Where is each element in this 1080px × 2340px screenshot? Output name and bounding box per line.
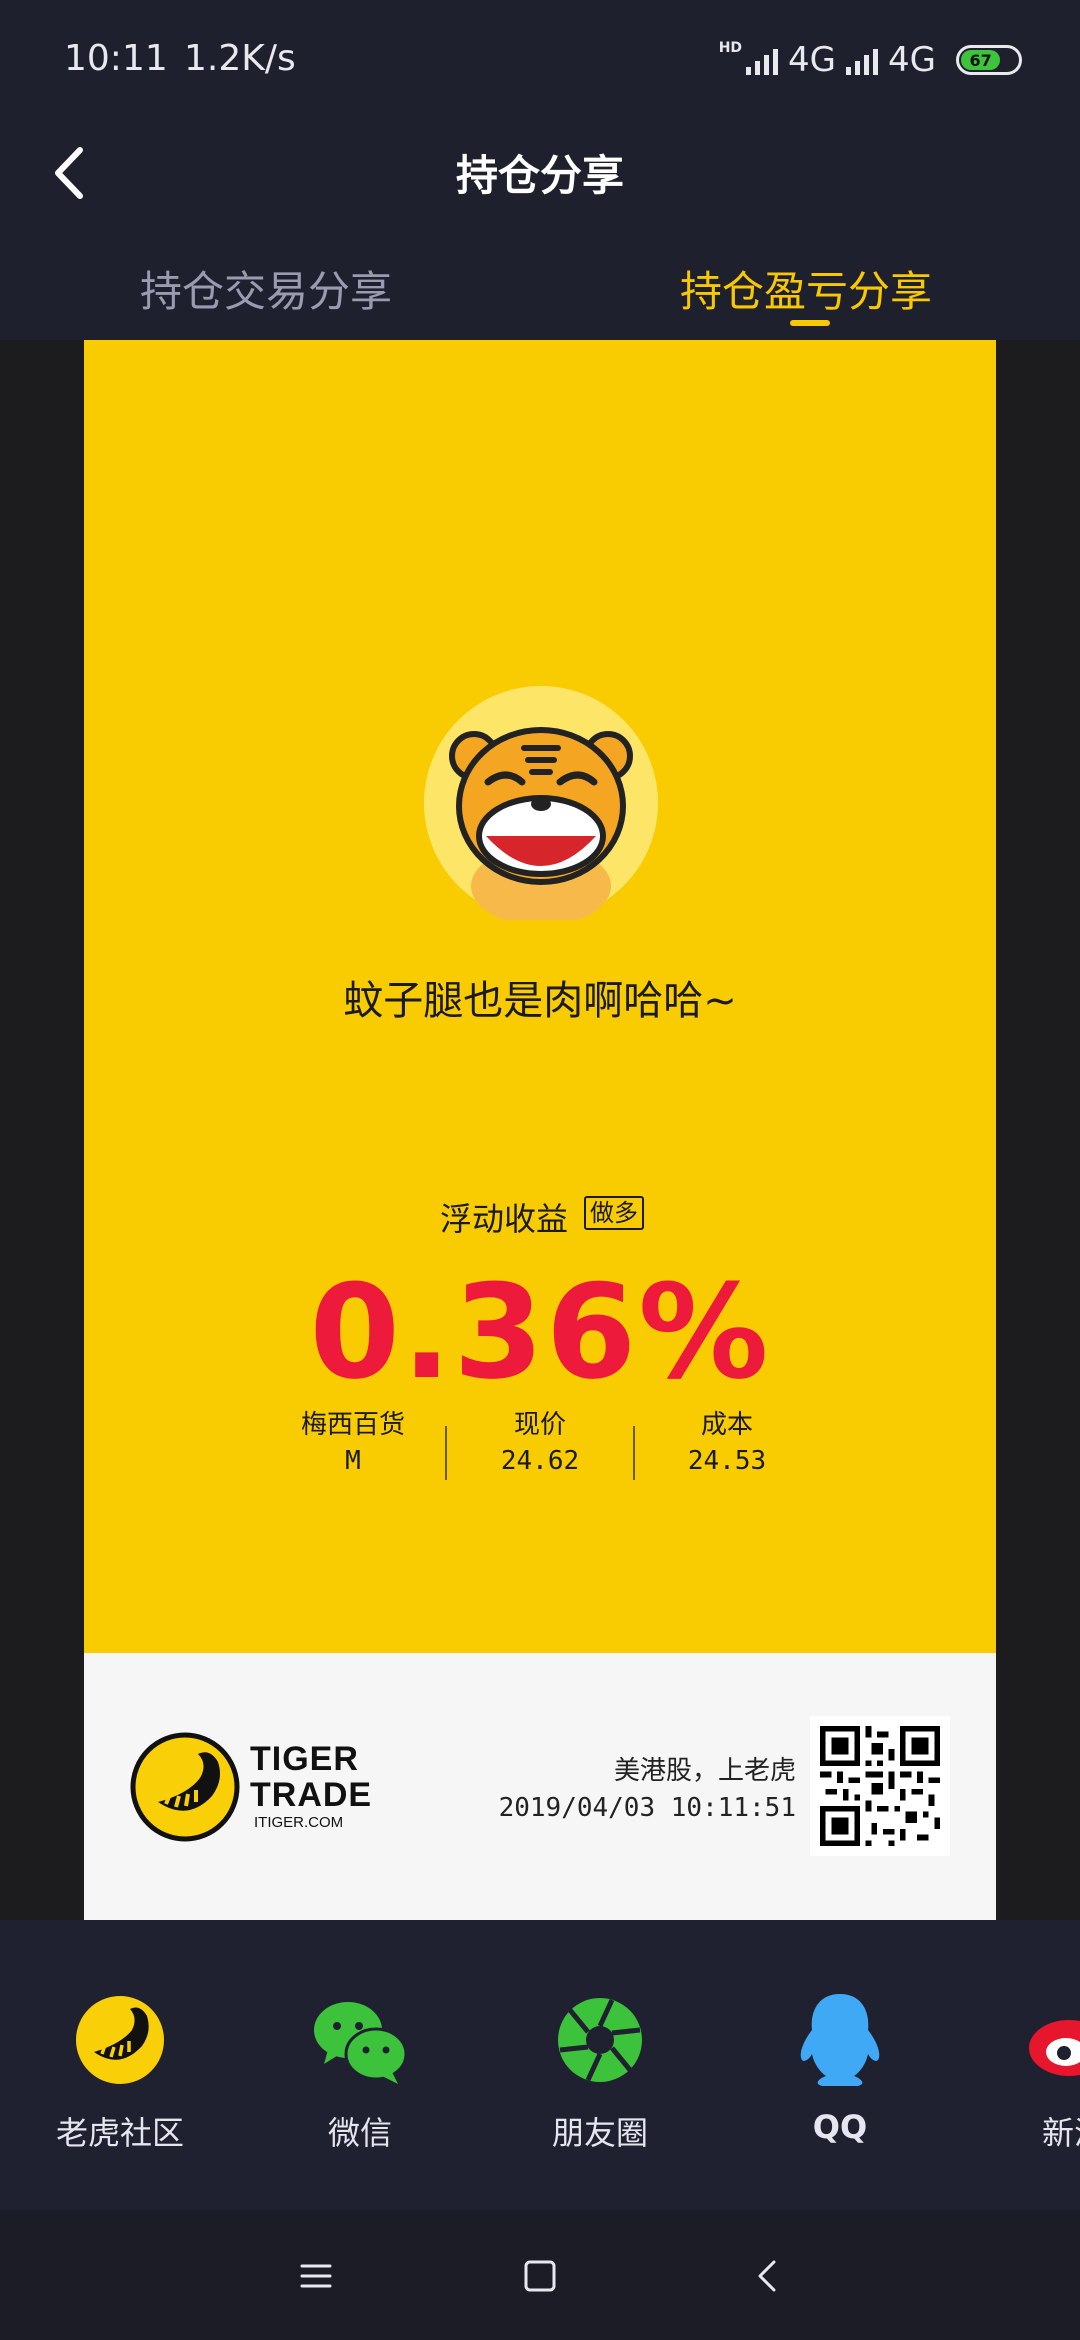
cost-stat: 成本 24.53 (627, 1408, 827, 1480)
status-indicators: HD 4G 4G 67 (719, 40, 1022, 80)
brand-slogan: 美港股，上老虎 (613, 1756, 796, 1786)
signal-icon-2 (846, 45, 879, 75)
current-price-label: 现价 (513, 1410, 566, 1440)
cost-value: 24.53 (687, 1446, 767, 1476)
battery-icon: 67 (956, 45, 1022, 75)
brand-site: ITIGER.COM (254, 1814, 344, 1831)
brand-trade: TRADE (250, 1776, 373, 1814)
tab-position-trade-share[interactable]: 持仓交易分享 (140, 258, 392, 319)
status-bar: 10:11 1.2K/s HD 4G 4G 67 (0, 0, 1080, 120)
hd-label: HD (718, 40, 743, 56)
cost-label: 成本 (700, 1410, 753, 1440)
menu-icon[interactable] (296, 2256, 336, 2296)
share-label-tiger-community[interactable]: 老虎社区 (0, 2108, 240, 2154)
current-price-stat: 现价 24.62 (440, 1408, 640, 1480)
stock-ticker: M (345, 1446, 361, 1476)
share-label-wechat[interactable]: 微信 (240, 2108, 480, 2154)
tiger-avatar-icon (424, 686, 658, 920)
tiger-trade-logo-icon (130, 1732, 240, 1842)
qr-code-icon (820, 1726, 940, 1846)
share-label-moments[interactable]: 朋友圈 (480, 2108, 720, 2154)
qq-icon[interactable] (790, 1990, 890, 2090)
page-title: 持仓分享 (455, 151, 624, 200)
active-tab-indicator (790, 320, 830, 326)
floating-pnl-label: 浮动收益 (440, 1200, 569, 1238)
home-icon[interactable] (520, 2256, 560, 2296)
tab-position-pnl-share[interactable]: 持仓盈亏分享 (680, 258, 932, 319)
network-type-2: 4G (888, 40, 936, 80)
moments-icon[interactable] (550, 1990, 650, 2090)
wechat-icon[interactable] (310, 1990, 410, 2090)
stock-name-stat: 梅西百货 M (253, 1408, 453, 1480)
share-tagline: 蚊子腿也是肉啊哈哈~ (343, 978, 737, 1024)
share-target-bar: 老虎社区 微信 朋友圈 QQ 新浪 (0, 1920, 1080, 2210)
qr-code (810, 1716, 950, 1856)
share-label-weibo[interactable]: 新浪 (954, 2108, 1080, 2154)
battery-level: 67 (961, 50, 1001, 70)
current-price-value: 24.62 (500, 1446, 580, 1476)
status-time: 10:11 (64, 38, 168, 79)
network-type-1: 4G (788, 40, 837, 80)
stock-name: 梅西百货 (300, 1410, 405, 1440)
share-timestamp: 2019/04/03 10:11:51 (498, 1793, 796, 1823)
signal-icon (746, 45, 779, 75)
long-position-badge: 做多 (584, 1196, 644, 1230)
tiger-community-icon[interactable] (70, 1990, 170, 2090)
weibo-icon[interactable] (1024, 1990, 1080, 2090)
back-nav-icon[interactable] (748, 2256, 788, 2296)
brand-tiger: TIGER (250, 1740, 359, 1778)
pnl-percent: 0.36% (309, 1256, 771, 1408)
network-speed: 1.2K/s (184, 38, 296, 79)
share-label-qq[interactable]: QQ (720, 2108, 960, 2146)
